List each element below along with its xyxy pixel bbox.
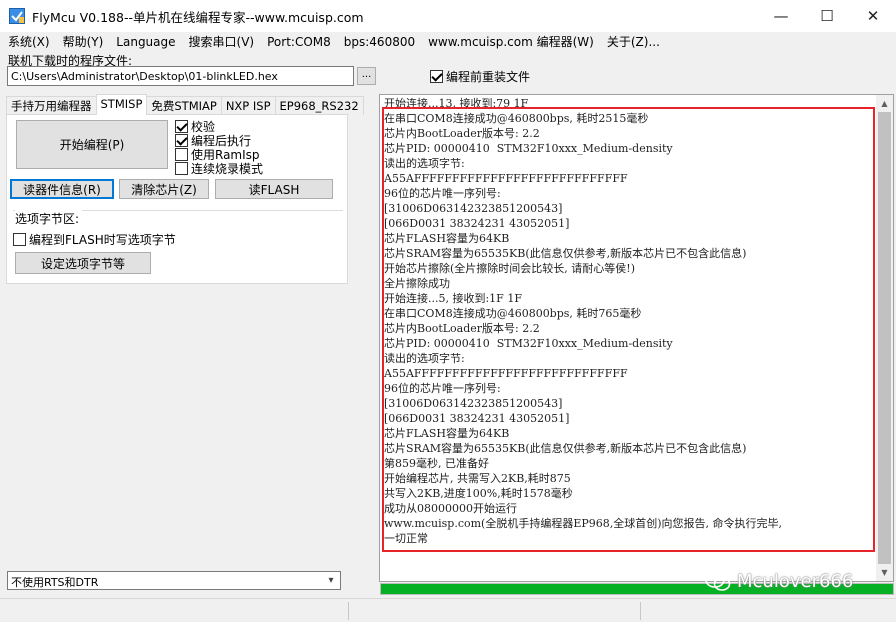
reload-label: 编程前重装文件 bbox=[446, 70, 531, 84]
erase-chip-button[interactable]: 清除芯片(Z) bbox=[119, 179, 209, 199]
wechat-icon bbox=[705, 571, 731, 592]
scroll-down-icon[interactable]: ▼ bbox=[876, 564, 893, 581]
option-bytes-group-title: 选项字节区: bbox=[15, 210, 83, 227]
programmer-tabs: 手持万用编程器 STMISP 免费STMIAP NXP ISP EP968_RS… bbox=[6, 94, 364, 115]
write-option-bytes-checkbox[interactable] bbox=[13, 233, 26, 246]
chevron-down-icon[interactable]: ▾ bbox=[322, 572, 340, 589]
watermark: Mculover666 bbox=[705, 571, 853, 592]
maximize-button[interactable]: ☐ bbox=[804, 0, 850, 32]
watermark-text: Mculover666 bbox=[737, 571, 854, 592]
reload-before-program-option[interactable]: 编程前重装文件 bbox=[430, 68, 530, 85]
start-programming-button[interactable]: 开始编程(P) bbox=[16, 120, 168, 169]
status-divider bbox=[640, 602, 641, 620]
rts-dtr-select[interactable]: 不使用RTS和DTR ▾ bbox=[7, 571, 341, 590]
window-title: FlyMcu V0.188--单片机在线编程专家--www.mcuisp.com bbox=[32, 9, 364, 25]
menu-language[interactable]: Language bbox=[116, 35, 175, 49]
close-icon: ✕ bbox=[866, 7, 880, 25]
maximize-icon: ☐ bbox=[820, 7, 834, 25]
rts-dtr-value: 不使用RTS和DTR bbox=[11, 576, 99, 589]
tab-handheld-programmer[interactable]: 手持万用编程器 bbox=[6, 96, 97, 115]
close-button[interactable]: ✕ bbox=[850, 0, 896, 32]
status-bar bbox=[0, 598, 896, 622]
stmisp-panel: 开始编程(P) 校验 编程后执行 使用RamIsp 连续烧录模式 读器件信息(R… bbox=[6, 114, 348, 284]
menu-programmer[interactable]: www.mcuisp.com 编程器(W) bbox=[428, 33, 594, 50]
read-device-info-button[interactable]: 读器件信息(R) bbox=[10, 179, 114, 199]
continuous-burn-option[interactable]: 连续烧录模式 bbox=[175, 160, 263, 177]
write-option-bytes-option[interactable]: 编程到FLASH时写选项字节 bbox=[13, 231, 176, 248]
log-scrollbar[interactable]: ▲ ▼ bbox=[876, 95, 893, 581]
tab-free-stmiap[interactable]: 免费STMIAP bbox=[146, 96, 222, 115]
flymcu-app-icon bbox=[9, 8, 25, 24]
menu-bar: 系统(X) 帮助(Y) Language 搜索串口(V) Port:COM8 b… bbox=[0, 32, 896, 51]
title-bar: FlyMcu V0.188--单片机在线编程专家--www.mcuisp.com… bbox=[0, 0, 896, 32]
continuous-burn-checkbox[interactable] bbox=[175, 162, 188, 175]
set-option-bytes-button[interactable]: 设定选项字节等 bbox=[15, 252, 151, 274]
tab-ep968-rs232[interactable]: EP968_RS232 bbox=[274, 96, 364, 115]
write-option-bytes-label: 编程到FLASH时写选项字节 bbox=[29, 233, 176, 247]
option-bytes-group: 选项字节区: 编程到FLASH时写选项字节 设定选项字节等 bbox=[13, 210, 343, 280]
status-divider bbox=[348, 602, 349, 620]
tab-stmisp[interactable]: STMISP bbox=[95, 94, 148, 115]
scroll-up-icon[interactable]: ▲ bbox=[876, 95, 893, 112]
highlight-box bbox=[382, 107, 875, 552]
browse-file-button[interactable]: ... bbox=[357, 67, 376, 85]
log-output[interactable]: 开始连接...13, 接收到:79 1F 在串口COM8连接成功@460800bp… bbox=[379, 94, 894, 582]
menu-bps[interactable]: bps:460800 bbox=[344, 35, 415, 49]
scroll-thumb[interactable] bbox=[878, 112, 891, 564]
menu-system[interactable]: 系统(X) bbox=[8, 33, 50, 50]
tab-nxp-isp[interactable]: NXP ISP bbox=[220, 96, 276, 115]
program-file-input[interactable] bbox=[7, 66, 354, 86]
read-flash-button[interactable]: 读FLASH bbox=[215, 179, 333, 199]
minimize-icon: — bbox=[773, 7, 789, 25]
menu-search-port[interactable]: 搜索串口(V) bbox=[189, 33, 255, 50]
menu-port[interactable]: Port:COM8 bbox=[267, 35, 331, 49]
minimize-button[interactable]: — bbox=[758, 0, 804, 32]
menu-about[interactable]: 关于(Z)... bbox=[607, 33, 660, 50]
menu-help[interactable]: 帮助(Y) bbox=[63, 33, 104, 50]
reload-checkbox[interactable] bbox=[430, 70, 443, 83]
continuous-burn-label: 连续烧录模式 bbox=[191, 162, 264, 176]
